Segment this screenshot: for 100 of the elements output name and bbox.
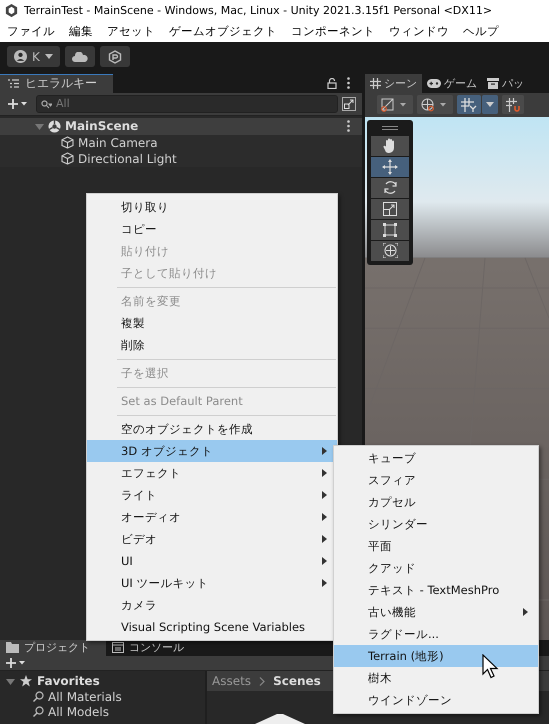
lock-icon[interactable] <box>327 78 337 89</box>
tool-button[interactable] <box>371 136 409 156</box>
caret-icon <box>486 102 494 108</box>
menu-item[interactable]: 複製 <box>87 312 337 334</box>
hierarchy-item[interactable]: Main Camera <box>0 134 362 151</box>
menu-item[interactable]: UI ツールキット <box>87 572 337 594</box>
menu-item[interactable]: 削除 <box>87 334 337 356</box>
menu-item[interactable]: UI <box>87 550 337 572</box>
tool-button[interactable] <box>371 198 409 219</box>
grid-icon <box>370 78 381 89</box>
scene-tab[interactable]: ゲーム <box>422 74 482 93</box>
menu-item[interactable]: 3D オブジェクト <box>87 440 337 462</box>
breadcrumb-item[interactable]: Assets <box>212 674 252 688</box>
window-title: TerrainTest - MainScene - Windows, Mac, Linux - Unity 2021.3.15f1 Personal <DX11> <box>24 4 492 18</box>
menu-item[interactable]: クアッド <box>334 557 538 579</box>
transform-icon <box>382 243 398 258</box>
plus-icon <box>6 658 26 668</box>
grid-toggle-button[interactable] <box>457 95 481 114</box>
plus-icon <box>8 98 28 109</box>
menu-item[interactable]: オーディオ <box>87 506 337 528</box>
more-icon[interactable] <box>347 77 350 90</box>
cube-icon <box>61 152 74 166</box>
user-icon <box>14 50 27 64</box>
menu-item[interactable]: シリンダー <box>334 513 538 535</box>
gamepad-icon <box>427 78 441 88</box>
panel-tab[interactable]: プロジェクト <box>0 640 106 656</box>
favorite-item[interactable]: All Materials <box>0 689 205 704</box>
scene-tab[interactable]: シーン <box>365 74 422 93</box>
menu-item[interactable]: コンポーネント <box>291 24 375 40</box>
search-icon <box>33 691 44 702</box>
tool-button[interactable] <box>371 178 409 198</box>
menu-item[interactable]: Visual Scripting Scene Variables <box>87 616 337 638</box>
menu-item[interactable]: コピー <box>87 218 337 240</box>
more-icon[interactable] <box>347 120 350 132</box>
menu-item[interactable]: キューブ <box>334 447 538 469</box>
collab-button[interactable] <box>100 46 130 68</box>
account-button[interactable]: K <box>7 46 60 68</box>
draw-mode-button[interactable] <box>377 95 413 114</box>
hand-icon <box>383 138 397 154</box>
maximize-icon[interactable] <box>342 96 356 111</box>
panel-tab[interactable]: コンソール <box>106 640 200 656</box>
expand-icon[interactable] <box>6 676 15 686</box>
console-icon <box>112 642 124 653</box>
menu-item[interactable]: 古い機能 <box>334 601 538 623</box>
cube-icon <box>61 136 74 150</box>
menu-item[interactable]: テキスト - TextMeshPro <box>334 579 538 601</box>
snap-grid-icon <box>506 98 520 112</box>
menu-item[interactable]: 樹木 <box>334 667 538 689</box>
cloud-icon <box>72 52 88 62</box>
drag-handle-icon[interactable] <box>382 126 398 130</box>
dropdown-button[interactable] <box>482 95 498 114</box>
box-icon <box>487 78 499 89</box>
scale-icon <box>383 202 397 216</box>
list-icon <box>8 79 19 88</box>
menu-item[interactable]: アセット <box>107 24 155 40</box>
scene-name: MainScene <box>65 119 138 134</box>
unity-logo <box>4 3 19 18</box>
menu-item[interactable]: ファイル <box>7 24 55 40</box>
caret-icon <box>44 54 53 60</box>
hierarchy-tab[interactable]: ヒエラルキー <box>0 74 113 93</box>
tool-button[interactable] <box>371 220 409 240</box>
search-icon <box>33 706 44 717</box>
folder-icon <box>255 714 305 724</box>
menu-item[interactable]: ラグドール... <box>334 623 538 645</box>
menu-item[interactable]: 切り取り <box>87 196 337 218</box>
menu-item[interactable]: Terrain (地形) <box>334 645 538 667</box>
menu-item[interactable]: ビデオ <box>87 528 337 550</box>
gizmo-button[interactable] <box>417 95 453 114</box>
cloud-button[interactable] <box>64 46 95 68</box>
favorite-item[interactable]: All Models <box>0 704 205 719</box>
globe-icon <box>421 98 449 112</box>
grid-icon <box>461 98 477 112</box>
menu-item[interactable]: 空のオブジェクトを作成 <box>87 418 337 440</box>
menu-item[interactable]: ウインドゾーン <box>334 689 538 711</box>
menu-item[interactable]: 平面 <box>334 535 538 557</box>
folder-icon <box>6 642 19 653</box>
tool-button[interactable] <box>371 240 409 261</box>
menu-item[interactable]: ゲームオブジェクト <box>169 24 277 40</box>
favorites-label[interactable]: Favorites <box>37 674 100 688</box>
hierarchy-item[interactable]: Directional Light <box>0 150 362 167</box>
search-icon <box>41 100 52 109</box>
mouse-cursor-icon <box>482 654 500 680</box>
menu-item[interactable]: ウィンドウ <box>389 24 449 40</box>
chevron-icon <box>259 676 266 686</box>
scene-row[interactable]: MainScene <box>0 118 362 135</box>
menu-item[interactable]: エフェクト <box>87 462 337 484</box>
rotate-icon <box>382 180 398 196</box>
breadcrumb-item[interactable]: Scenes <box>273 674 321 688</box>
menu-item[interactable]: ライト <box>87 484 337 506</box>
search-field[interactable]: All <box>36 94 338 113</box>
expand-icon[interactable] <box>35 122 44 131</box>
menu-item[interactable]: スフィア <box>334 469 538 491</box>
hexagon-icon <box>108 50 122 64</box>
menu-item[interactable]: 編集 <box>69 24 93 40</box>
snap-button[interactable] <box>502 95 524 114</box>
menu-item[interactable]: ヘルプ <box>463 24 499 40</box>
tool-button[interactable] <box>371 156 409 177</box>
menu-item[interactable]: カメラ <box>87 594 337 616</box>
scene-tab[interactable]: パッ <box>482 74 529 93</box>
menu-item[interactable]: カプセル <box>334 491 538 513</box>
